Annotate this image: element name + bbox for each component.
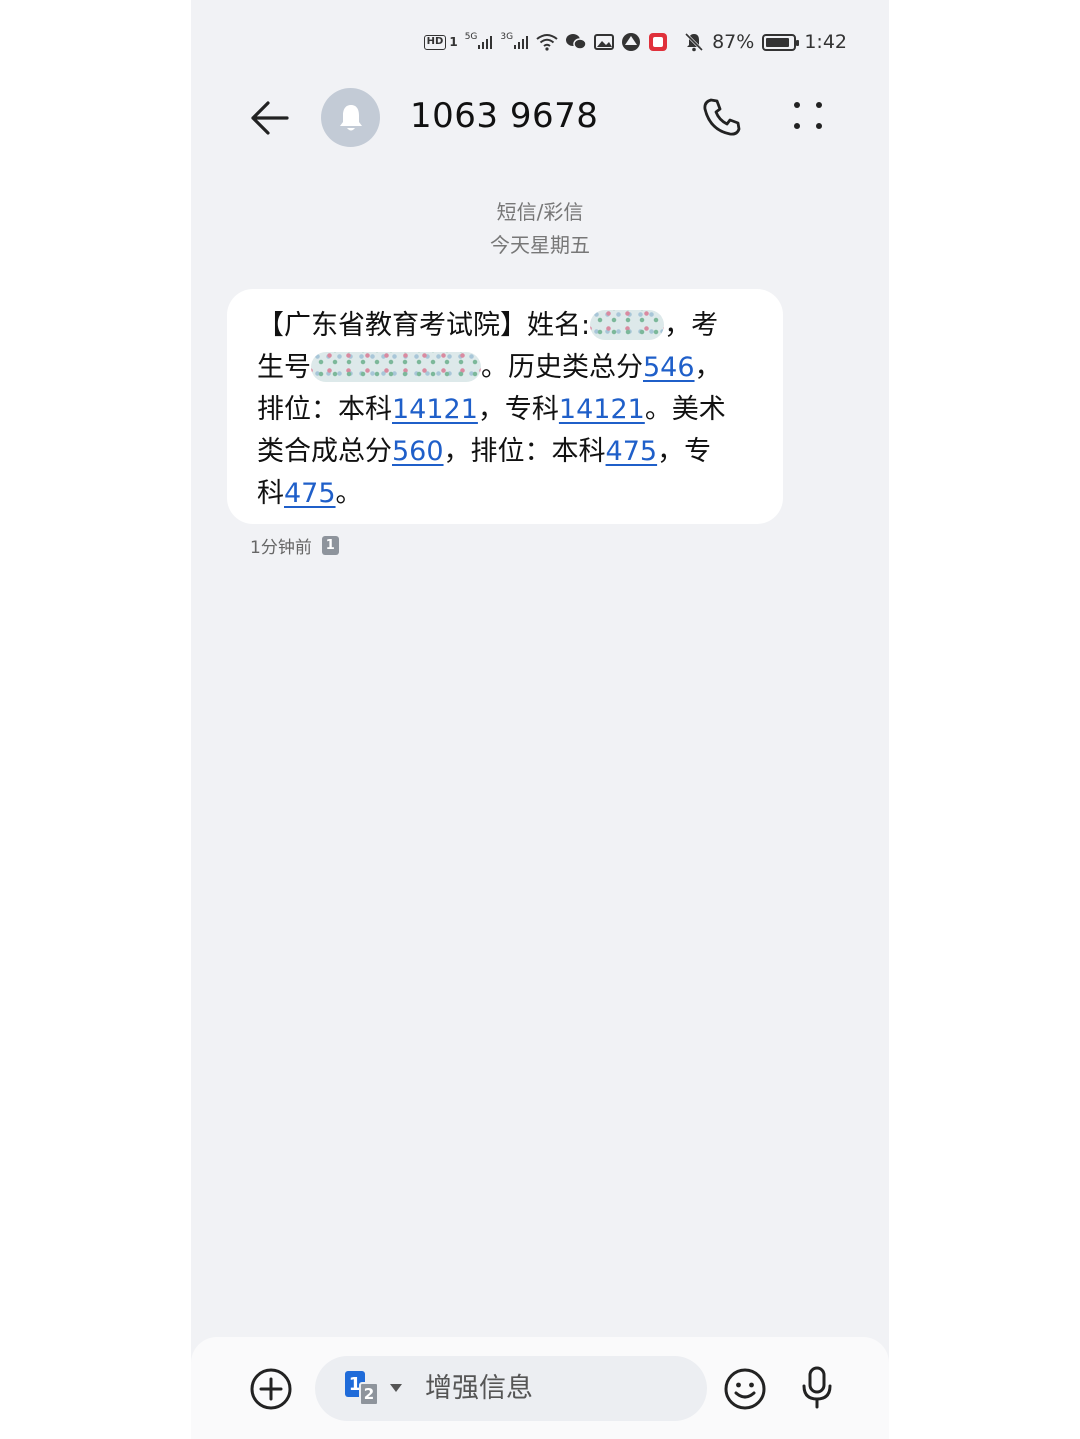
chevron-down-icon bbox=[390, 1384, 402, 1392]
redacted-candidate-number bbox=[311, 352, 481, 382]
message-text: ， bbox=[694, 352, 722, 383]
message-type-label: 短信/彩信 bbox=[496, 200, 584, 224]
phone-icon bbox=[703, 98, 741, 136]
bell-icon bbox=[339, 104, 362, 130]
dot-icon bbox=[816, 102, 822, 108]
gallery-icon bbox=[594, 31, 615, 53]
timestamp-text: 1分钟前 bbox=[250, 538, 312, 558]
signal-5g-icon: 5G bbox=[465, 31, 494, 53]
status-icons: HD 1 5G 3G bbox=[423, 31, 668, 53]
sim-indicator: 1 bbox=[449, 35, 458, 49]
message-line: 类合成总分560，排位：本科475，专 bbox=[257, 431, 757, 473]
message-text: 。美术 bbox=[644, 394, 726, 425]
message-text: 生号 bbox=[257, 352, 311, 383]
avatar[interactable] bbox=[321, 88, 380, 147]
message-text: 。历史类总分 bbox=[481, 352, 643, 383]
number-link[interactable]: 14121 bbox=[559, 394, 645, 425]
number-link[interactable]: 560 bbox=[392, 436, 444, 467]
signal-3g-icon: 3G bbox=[500, 31, 529, 53]
clock: 1:42 bbox=[804, 31, 847, 53]
number-link[interactable]: 546 bbox=[643, 352, 695, 383]
microphone-icon bbox=[802, 1366, 832, 1409]
message-text: 科 bbox=[257, 478, 284, 509]
voice-input-button[interactable] bbox=[795, 1365, 839, 1411]
plus-circle-icon bbox=[250, 1368, 292, 1410]
battery-icon bbox=[762, 33, 800, 51]
battery-percent: 87% bbox=[712, 31, 755, 53]
conversation-header: 1063 9678 bbox=[191, 84, 889, 150]
number-link[interactable]: 475 bbox=[606, 436, 658, 467]
more-options-button[interactable] bbox=[787, 94, 831, 138]
add-attachment-button[interactable] bbox=[249, 1367, 293, 1411]
message-text: ，考 bbox=[664, 310, 719, 341]
number-link[interactable]: 14121 bbox=[392, 394, 478, 425]
app-notification-icon bbox=[648, 31, 668, 53]
messages-screen: HD 1 5G 3G 87% 1:42 1063 9678 短信/彩信 今天星期… bbox=[191, 0, 889, 1439]
arrow-left-icon bbox=[251, 101, 289, 135]
browser-icon bbox=[621, 31, 641, 53]
emoji-button[interactable] bbox=[723, 1367, 767, 1411]
network-5g-label: 5G bbox=[464, 32, 478, 42]
sim-badge-icon: 1 bbox=[321, 536, 339, 555]
back-button[interactable] bbox=[247, 96, 291, 140]
battery-level bbox=[766, 37, 789, 47]
smiley-icon bbox=[724, 1368, 766, 1410]
message-text: ，排位：本科 bbox=[443, 436, 606, 467]
number-link[interactable]: 475 bbox=[284, 478, 336, 509]
conversation-meta: 短信/彩信 今天星期五 bbox=[191, 196, 889, 262]
mute-bell-icon bbox=[684, 31, 704, 53]
message-input[interactable] bbox=[425, 1373, 705, 1404]
network-3g-label: 3G bbox=[500, 32, 514, 42]
call-button[interactable] bbox=[699, 94, 745, 140]
dot-icon bbox=[794, 123, 800, 129]
message-timestamp: 1分钟前 1 bbox=[250, 533, 339, 558]
message-text: 类合成总分 bbox=[257, 436, 392, 467]
message-line: 排位：本科14121，专科14121。美术 bbox=[257, 389, 757, 431]
wifi-icon bbox=[536, 31, 558, 53]
message-text: 【广东省教育考试院】姓名: bbox=[257, 310, 591, 341]
hd-voice-icon: HD bbox=[423, 34, 447, 50]
message-text: 排位：本科 bbox=[257, 394, 392, 425]
redacted-name bbox=[590, 310, 665, 340]
wechat-icon bbox=[565, 31, 587, 53]
dot-icon bbox=[816, 123, 822, 129]
date-separator: 今天星期五 bbox=[490, 233, 590, 257]
dot-icon bbox=[794, 102, 800, 108]
message-text: 。 bbox=[335, 478, 363, 509]
sim-selector[interactable]: 1 2 bbox=[315, 1356, 405, 1421]
sim2-icon: 2 bbox=[359, 1382, 379, 1406]
message-line: 生号 。历史类总分546， bbox=[257, 347, 757, 389]
status-bar: HD 1 5G 3G 87% 1:42 bbox=[191, 26, 889, 58]
message-text: ，专 bbox=[657, 436, 712, 467]
message-composer: 1 2 bbox=[191, 1337, 889, 1439]
message-text: ，专科 bbox=[477, 394, 559, 425]
status-right: 87% 1:42 bbox=[684, 31, 847, 53]
message-line: 【广东省教育考试院】姓名: ，考 bbox=[257, 305, 757, 347]
message-input-pill: 1 2 bbox=[315, 1356, 707, 1421]
message-bubble[interactable]: 【广东省教育考试院】姓名: ，考 生号 。历史类总分546， 排位：本科14121，… bbox=[227, 289, 783, 524]
contact-name[interactable]: 1063 9678 bbox=[410, 96, 598, 136]
message-line: 科475。 bbox=[257, 473, 757, 515]
